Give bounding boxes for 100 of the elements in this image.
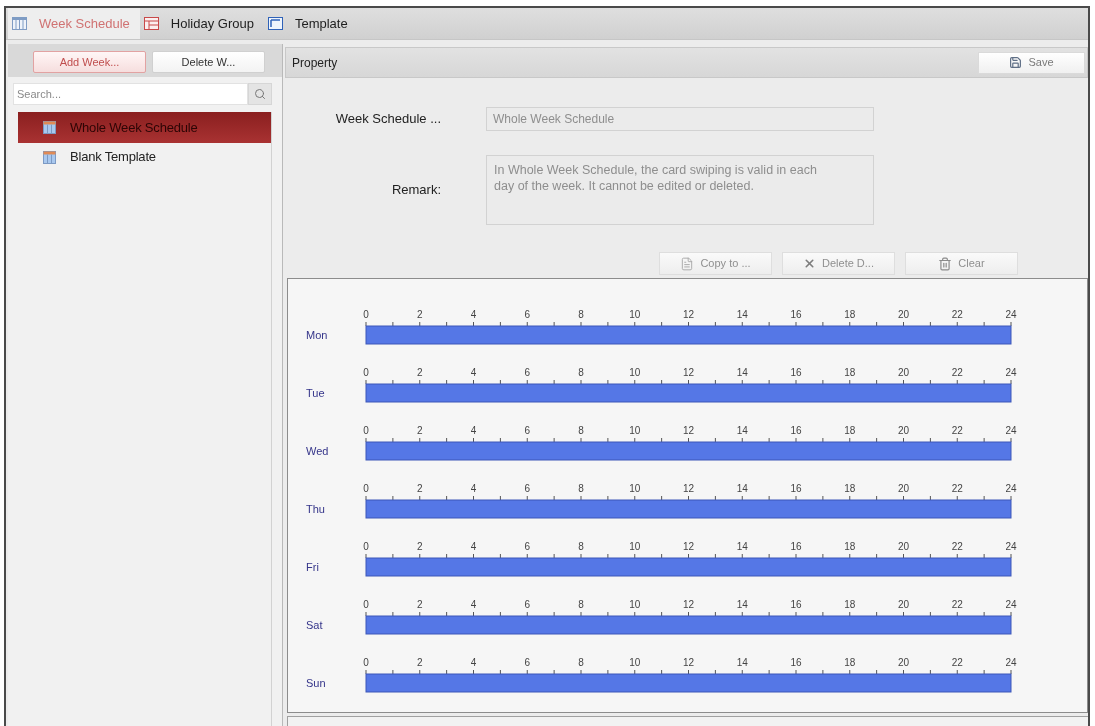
tick-label: 12 xyxy=(682,541,695,552)
tick-label: 22 xyxy=(951,483,963,494)
time-bar[interactable] xyxy=(365,383,1012,403)
time-bar[interactable] xyxy=(365,441,1012,461)
toolbar-button[interactable]: Add Week... xyxy=(33,51,146,73)
tick-label: 24 xyxy=(1005,657,1017,668)
tick-label: 2 xyxy=(416,483,423,494)
tick-label: 8 xyxy=(578,367,584,378)
time-bar[interactable] xyxy=(365,615,1012,635)
tick-label: 0 xyxy=(363,483,369,494)
tick-label: 8 xyxy=(578,483,584,494)
tick-label: 22 xyxy=(951,541,963,552)
tick-label: 20 xyxy=(897,425,910,436)
tick-label: 18 xyxy=(844,309,856,320)
tick-label: 24 xyxy=(1005,309,1017,320)
x-icon xyxy=(803,257,816,270)
tick-label: 18 xyxy=(844,657,856,668)
tick-label: 24 xyxy=(1005,367,1017,378)
document-icon xyxy=(680,256,695,271)
tick-label: 20 xyxy=(897,483,910,494)
tab[interactable]: Week Schedule xyxy=(8,8,140,39)
tick-label: 20 xyxy=(897,599,910,610)
list-item[interactable]: Whole Week Schedule xyxy=(18,112,271,143)
tick-label: 10 xyxy=(629,483,641,494)
tick-label: 2 xyxy=(416,367,423,378)
tick-label: 20 xyxy=(897,657,910,668)
tick-label: 4 xyxy=(470,599,477,610)
tick-label: 12 xyxy=(682,599,695,610)
tab[interactable]: Holiday Group xyxy=(139,8,264,39)
tick-label: 6 xyxy=(524,483,531,494)
time-bar[interactable] xyxy=(365,499,1012,519)
tick-label: 4 xyxy=(470,425,477,436)
calendar-icon xyxy=(12,17,27,30)
tick-label: 14 xyxy=(736,599,748,610)
tick-label: 4 xyxy=(470,657,477,668)
tick-label: 4 xyxy=(470,483,477,494)
tick-label: 14 xyxy=(736,425,748,436)
day-label: Wed xyxy=(306,445,330,458)
tick-label: 0 xyxy=(363,657,369,668)
toolbar-button[interactable]: Delete W... xyxy=(152,51,265,73)
day-label: Mon xyxy=(306,329,329,342)
tick-label: 16 xyxy=(790,599,802,610)
tick-label: 10 xyxy=(629,657,641,668)
tick-label: 4 xyxy=(470,541,477,552)
list-item[interactable]: Blank Template xyxy=(18,143,271,171)
tick-label: 12 xyxy=(682,425,695,436)
tick-label: 14 xyxy=(736,483,748,494)
tick-label: 12 xyxy=(682,367,695,378)
tick-label: 0 xyxy=(363,599,369,610)
tick-label: 24 xyxy=(1005,425,1017,436)
tick-label: 0 xyxy=(363,541,369,552)
tick-label: 10 xyxy=(629,541,641,552)
time-bar[interactable] xyxy=(365,557,1012,577)
tick-label: 20 xyxy=(897,309,910,320)
search-button[interactable] xyxy=(248,83,272,105)
field-label: Remark: xyxy=(390,181,441,200)
day-label: Tue xyxy=(306,387,326,400)
trash-icon xyxy=(938,256,953,271)
tick-label: 4 xyxy=(470,367,477,378)
tick-label: 18 xyxy=(844,367,856,378)
time-bar[interactable] xyxy=(365,325,1012,345)
tick-label: 14 xyxy=(736,541,748,552)
tick-label: 6 xyxy=(524,657,531,668)
tick-label: 0 xyxy=(363,367,369,378)
tick-label: 18 xyxy=(844,541,856,552)
search-icon xyxy=(254,88,266,100)
tick-label: 14 xyxy=(736,657,748,668)
tick-label: 8 xyxy=(578,425,584,436)
tick-label: 2 xyxy=(416,599,423,610)
search-field[interactable]: Search... xyxy=(13,83,248,105)
tick-label: 10 xyxy=(629,309,641,320)
tick-label: 12 xyxy=(682,483,695,494)
tick-label: 12 xyxy=(682,657,695,668)
day-label: Fri xyxy=(306,561,320,574)
tick-label: 6 xyxy=(524,541,531,552)
time-bar[interactable] xyxy=(365,673,1012,693)
calendar-icon xyxy=(143,17,159,30)
tick-label: 12 xyxy=(682,309,695,320)
tick-label: 6 xyxy=(524,599,531,610)
frame-icon xyxy=(267,17,283,30)
tick-label: 6 xyxy=(524,425,531,436)
tick-label: 0 xyxy=(363,309,369,320)
tick-label: 24 xyxy=(1005,483,1017,494)
tick-label: 16 xyxy=(790,483,802,494)
tick-label: 2 xyxy=(416,657,423,668)
tick-label: 8 xyxy=(578,309,584,320)
tick-label: 16 xyxy=(790,367,802,378)
tick-label: 0 xyxy=(363,425,369,436)
tab[interactable]: Template xyxy=(263,8,358,39)
tick-label: 4 xyxy=(470,309,477,320)
tick-label: 8 xyxy=(578,599,584,610)
tick-label: 2 xyxy=(416,309,423,320)
save-icon xyxy=(1009,56,1023,69)
tick-label: 14 xyxy=(736,309,748,320)
tick-label: 10 xyxy=(629,599,641,610)
tick-label: 8 xyxy=(578,657,584,668)
save-button[interactable]: Save xyxy=(978,51,1085,74)
tick-label: 6 xyxy=(524,367,531,378)
tick-label: 8 xyxy=(578,541,584,552)
tick-label: 24 xyxy=(1005,599,1017,610)
